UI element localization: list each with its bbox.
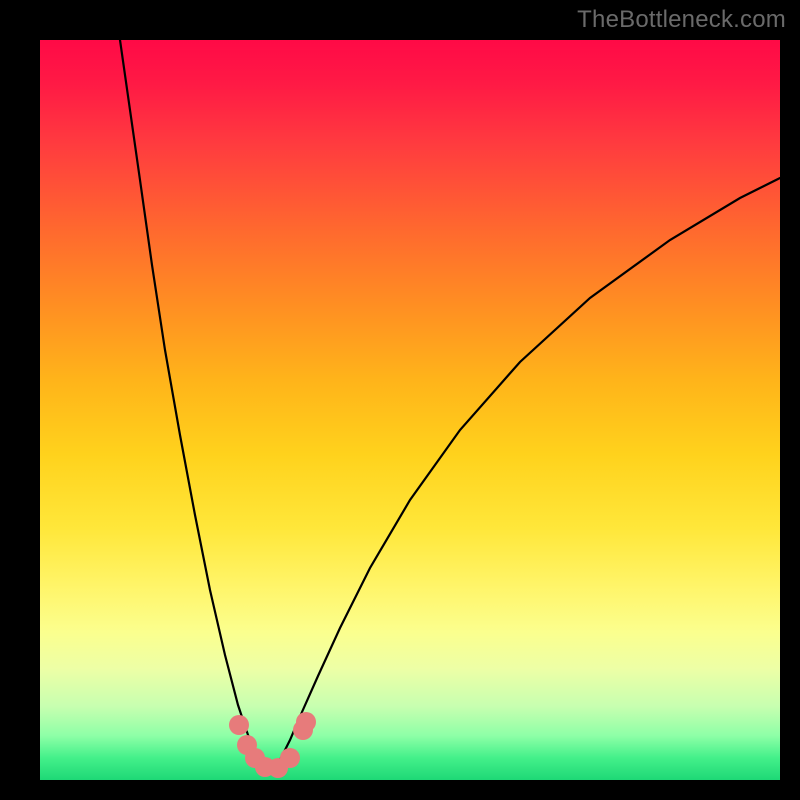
curve-layer: [40, 40, 780, 780]
plot-area: [40, 40, 780, 780]
curve-left-branch: [120, 40, 272, 772]
bead-marker: [229, 715, 249, 735]
bead-cluster: [229, 712, 316, 778]
curve-right-branch: [272, 178, 780, 772]
chart-frame: TheBottleneck.com: [0, 0, 800, 800]
bead-marker: [296, 712, 316, 732]
bead-marker: [280, 748, 300, 768]
watermark-text: TheBottleneck.com: [577, 6, 786, 34]
